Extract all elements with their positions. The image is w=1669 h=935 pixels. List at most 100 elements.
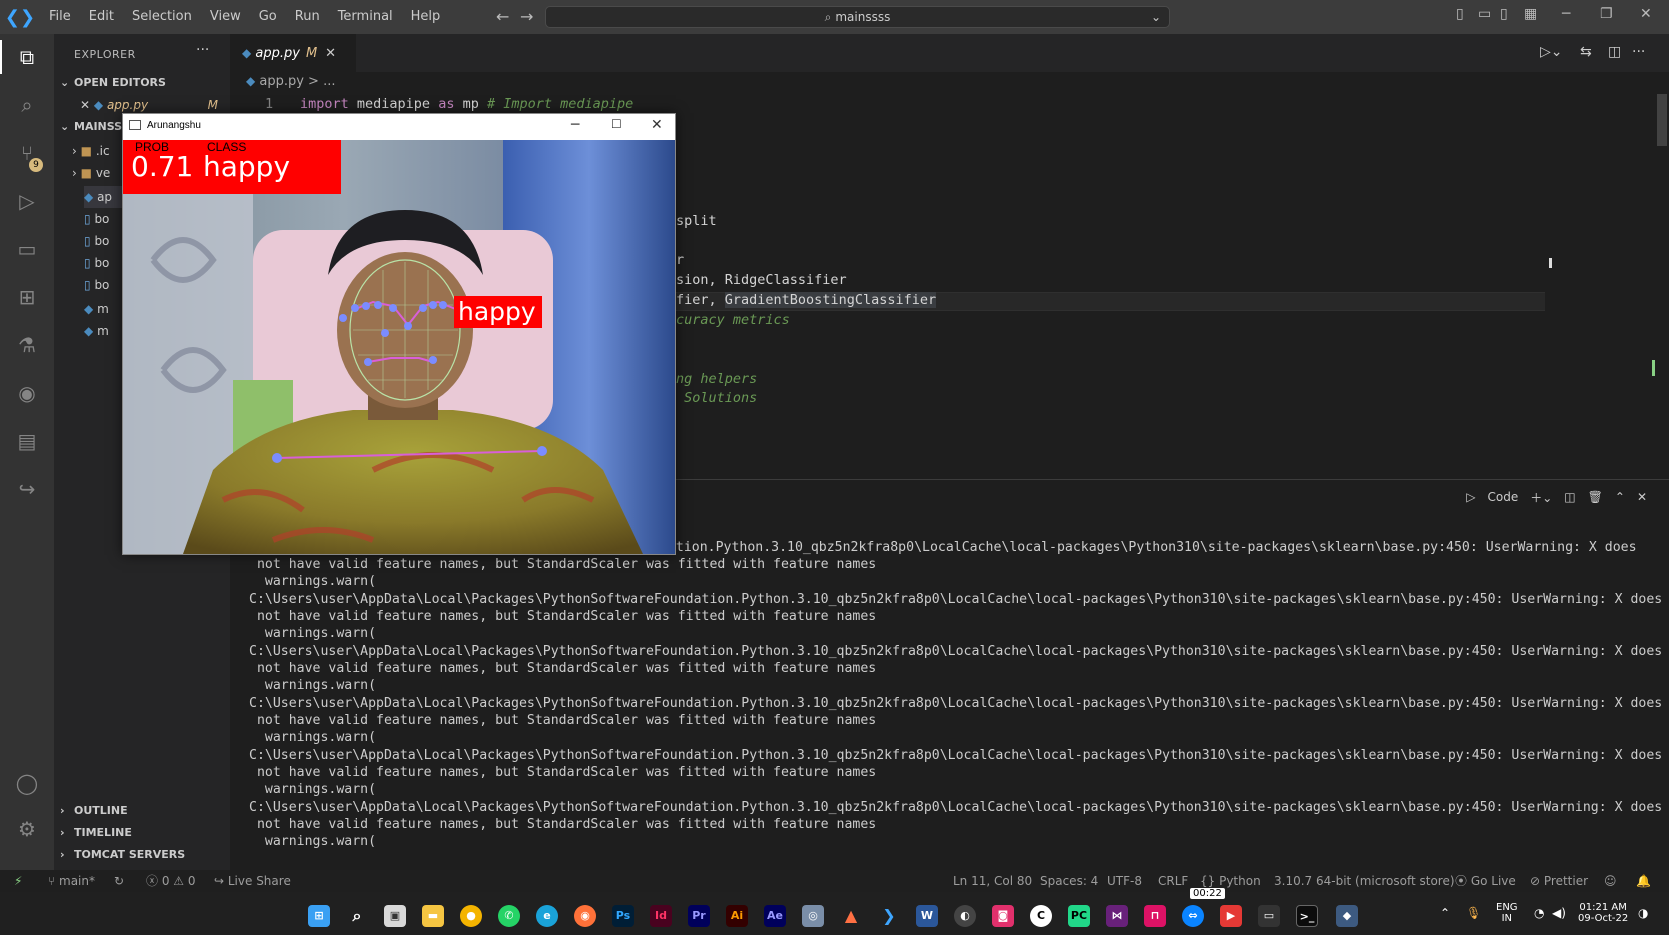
indentation[interactable]: Spaces: 4 (1040, 870, 1098, 892)
microphone-icon[interactable]: 🎙 (1466, 906, 1481, 920)
live-share-button[interactable]: ↪ Live Share (214, 870, 291, 892)
extensions-icon[interactable]: ⊞ (14, 284, 40, 310)
close-icon[interactable]: ✕ (1640, 6, 1652, 22)
restore-icon[interactable]: ❐ (1600, 6, 1613, 22)
menu-file[interactable]: File (40, 0, 80, 34)
branch-indicator[interactable]: ⑂ main* (48, 870, 95, 892)
copilot-icon[interactable]: C (1030, 905, 1052, 927)
new-terminal-icon[interactable]: ＋⌄ (1530, 489, 1552, 506)
cmd-icon[interactable]: >_ (1296, 905, 1318, 927)
illustrator-icon[interactable]: Ai (726, 905, 748, 927)
menu-help[interactable]: Help (402, 0, 450, 34)
terminal-code-icon[interactable]: ▷ (1466, 490, 1475, 504)
kill-terminal-icon[interactable]: 🗑 (1588, 490, 1603, 504)
pycharm-icon[interactable]: PC (1068, 905, 1090, 927)
screen-recorder-icon[interactable]: ▶ (1220, 905, 1242, 927)
editor-scrollbar[interactable] (1655, 94, 1669, 479)
remote-explorer-icon[interactable]: ▭ (14, 236, 40, 262)
remote-icon[interactable]: ⚡ (14, 870, 22, 892)
github-icon[interactable]: ◉ (14, 380, 40, 406)
line-endings[interactable]: CRLF (1158, 870, 1188, 892)
indesign-icon[interactable]: Id (650, 905, 672, 927)
menu-terminal[interactable]: Terminal (329, 0, 402, 34)
edge-icon[interactable]: e (536, 905, 558, 927)
minimize-icon[interactable]: ─ (571, 117, 579, 133)
jetbrains-icon[interactable]: ⊓ (1144, 905, 1166, 927)
menu-selection[interactable]: Selection (123, 0, 201, 34)
run-file-icon[interactable]: ▷⌄ (1540, 44, 1563, 60)
close-icon[interactable]: ✕ (651, 117, 663, 133)
whatsapp-icon[interactable]: ✆ (498, 905, 520, 927)
visual-studio-icon[interactable]: ⋈ (1106, 905, 1128, 927)
feedback-icon[interactable]: ☺ (1604, 870, 1617, 892)
firefox-icon[interactable]: ◉ (574, 905, 596, 927)
testing-flask-icon[interactable]: ⚗ (14, 332, 40, 358)
outline-section[interactable]: › OUTLINE (54, 800, 230, 822)
obs-icon[interactable]: ◐ (954, 905, 976, 927)
customize-layout-icon[interactable]: ▦ (1524, 6, 1537, 22)
explorer-icon[interactable]: ⧉ (14, 44, 40, 70)
maximize-icon[interactable]: ☐ (611, 117, 622, 131)
file-explorer-icon[interactable]: ▬ (422, 905, 444, 927)
terminal-icon[interactable]: ▭ (1258, 905, 1280, 927)
menu-view[interactable]: View (201, 0, 250, 34)
taskbar-search-icon[interactable]: ⌕ (346, 905, 368, 927)
close-tab-icon[interactable]: ✕ (325, 46, 336, 61)
toggle-sidebar-icon[interactable]: ▯ (1456, 6, 1464, 22)
tree-item-file[interactable]: ▯ bo (84, 208, 109, 230)
after-effects-icon[interactable]: Ae (764, 905, 786, 927)
scrollbar-thumb[interactable] (1657, 94, 1667, 146)
split-editor-icon[interactable]: ◫ (1608, 44, 1621, 60)
windows-start-icon[interactable]: ⊞ (308, 905, 330, 927)
sync-icon[interactable]: ↻ (114, 870, 124, 892)
prettier-button[interactable]: ⊘ Prettier (1530, 870, 1588, 892)
notebook-icon[interactable]: ▤ (14, 428, 40, 454)
back-arrow-icon[interactable]: ← (496, 7, 509, 26)
menu-edit[interactable]: Edit (80, 0, 123, 34)
command-center-search[interactable]: ⌕ mainssss ⌄ (545, 6, 1170, 28)
clock[interactable]: 01:21 AM 09-Oct-22 (1578, 902, 1628, 924)
cursor-position[interactable]: Ln 11, Col 80 (953, 870, 1032, 892)
input-language[interactable]: ENG IN (1496, 902, 1518, 924)
menu-run[interactable]: Run (286, 0, 329, 34)
forward-arrow-icon[interactable]: → (520, 7, 533, 26)
maximize-panel-icon[interactable]: ⌃ (1615, 490, 1625, 504)
toggle-secondary-sidebar-icon[interactable]: ▯ (1500, 6, 1508, 22)
word-icon[interactable]: W (916, 905, 938, 927)
photoshop-icon[interactable]: Ps (612, 905, 634, 927)
notifications-bell-icon[interactable]: 🔔 (1636, 870, 1651, 892)
tomcat-servers-section[interactable]: › TOMCAT SERVERS (54, 844, 230, 866)
chevron-down-icon[interactable]: ⌄ (1151, 7, 1161, 27)
more-actions-icon[interactable]: ··· (1632, 44, 1645, 60)
menu-go[interactable]: Go (250, 0, 286, 34)
python-app-icon[interactable]: ◆ (1336, 905, 1358, 927)
minimize-icon[interactable]: ─ (1562, 6, 1570, 22)
camera-window[interactable]: Arunangshu ─ ☐ ✕ PROB CLASS 0.71 happy h… (122, 113, 676, 555)
notification-center-icon[interactable]: ◑ (1638, 906, 1648, 920)
more-actions-icon[interactable]: ··· (196, 42, 209, 58)
matlab-icon[interactable]: ▲ (840, 905, 862, 927)
camera-app-icon[interactable]: ◎ (802, 905, 824, 927)
tree-item-file[interactable]: ▯ bo (84, 274, 109, 296)
settings-gear-icon[interactable]: ⚙ (14, 816, 40, 842)
instagram-icon[interactable]: ◙ (992, 905, 1014, 927)
python-interpreter[interactable]: 3.10.7 64-bit (microsoft store) (1274, 870, 1455, 892)
minimap[interactable] (1545, 94, 1655, 294)
wifi-icon[interactable]: ◔ (1534, 906, 1544, 920)
tray-overflow-icon[interactable]: ⌃ (1440, 906, 1450, 920)
compare-changes-icon[interactable]: ⇆ (1580, 44, 1592, 60)
live-share-icon[interactable]: ↪ (14, 476, 40, 502)
tree-item-file[interactable]: ◆ m (84, 298, 109, 320)
premiere-icon[interactable]: Pr (688, 905, 710, 927)
run-debug-icon[interactable]: ▷ (14, 188, 40, 214)
toggle-panel-icon[interactable]: ▭ (1478, 6, 1491, 22)
timeline-section[interactable]: › TIMELINE (54, 822, 230, 844)
terminal-name[interactable]: Code (1488, 490, 1519, 504)
chrome-icon[interactable]: ● (460, 905, 482, 927)
go-live-button[interactable]: ⦿ Go Live (1455, 870, 1516, 892)
account-icon[interactable]: ◯ (14, 770, 40, 796)
close-editor-icon[interactable]: ✕ (80, 98, 90, 112)
encoding[interactable]: UTF-8 (1107, 870, 1142, 892)
open-editors-section[interactable]: ⌄ OPEN EDITORS (54, 72, 230, 94)
vscode-taskbar-icon[interactable]: ❯ (878, 905, 900, 927)
